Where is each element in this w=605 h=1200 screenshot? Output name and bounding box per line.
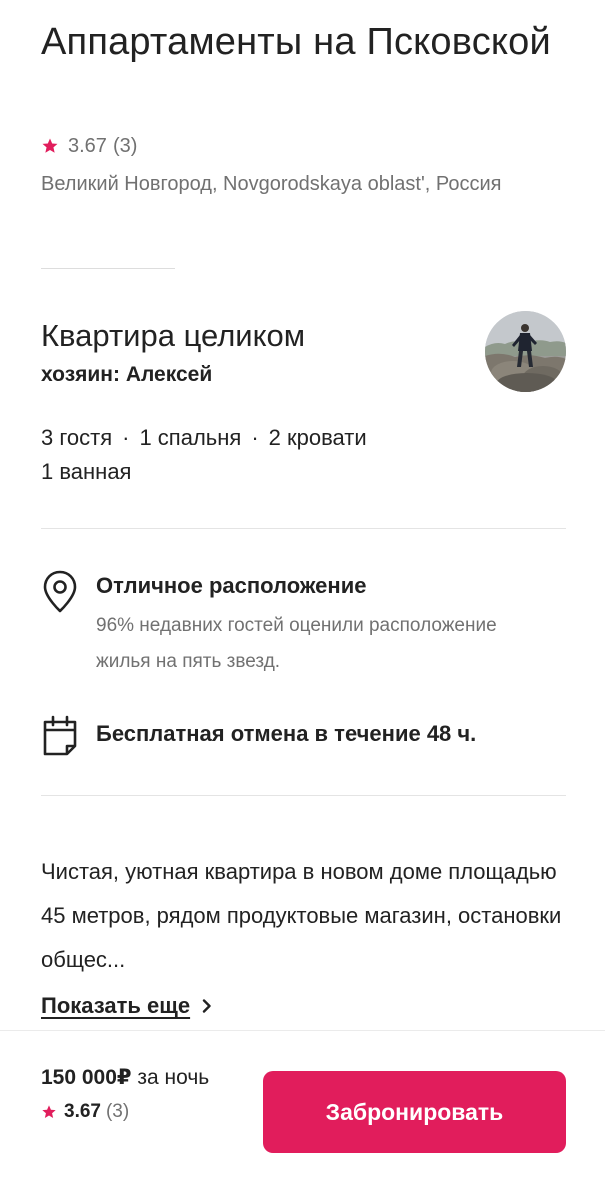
beds-count: 2 кровати xyxy=(268,425,367,450)
feature-description: 96% недавних гостей оценили расположение… xyxy=(96,615,497,672)
listing-description: Чистая, уютная квартира в новом доме пло… xyxy=(41,859,562,972)
bedrooms-count: 1 спальня xyxy=(139,425,242,450)
show-more-label[interactable]: Показать еще xyxy=(41,990,190,1022)
divider xyxy=(41,268,175,269)
location-pin-icon xyxy=(43,570,77,613)
host-avatar[interactable] xyxy=(485,311,566,392)
guests-count: 3 гостя xyxy=(41,425,113,450)
calendar-icon xyxy=(43,715,77,756)
price-unit: за ночь xyxy=(137,1066,210,1089)
property-facts: 3 гостя · 1 спальня · 2 кровати 1 ванная xyxy=(41,421,561,489)
listing-title: Аппартаменты на Псковской xyxy=(41,21,551,63)
nightly-price: 150 000₽ xyxy=(41,1066,132,1089)
baths-count: 1 ванная xyxy=(41,459,132,484)
feature-location: Отличное расположение 96% недавних госте… xyxy=(41,570,566,680)
review-count: (3) xyxy=(105,1101,130,1122)
review-count: (3) xyxy=(112,134,138,157)
booking-footer: 150 000₽ за ночь 3.67 (3) Забронировать xyxy=(0,1030,605,1200)
divider xyxy=(41,795,566,796)
divider xyxy=(41,528,566,529)
fact-separator: · xyxy=(122,425,130,450)
show-more-link[interactable]: Показать еще xyxy=(41,990,214,1022)
price-block: 150 000₽ за ночь 3.67 (3) xyxy=(41,1061,241,1127)
fact-separator: · xyxy=(251,425,259,450)
feature-cancellation: Бесплатная отмена в течение 48 ч. xyxy=(41,714,566,758)
host-photo xyxy=(485,311,566,392)
reserve-button[interactable]: Забронировать xyxy=(263,1071,566,1153)
host-name: хозяин: Алексей xyxy=(41,363,213,386)
feature-title: Бесплатная отмена в течение 48 ч. xyxy=(96,721,477,746)
star-icon xyxy=(42,138,58,153)
rating-value: 3.67 xyxy=(68,134,107,157)
star-icon xyxy=(42,1105,56,1118)
property-type-heading: Квартира целиком xyxy=(41,318,306,353)
price-line: 150 000₽ за ночь xyxy=(41,1061,241,1095)
listing-location[interactable]: Великий Новгород, Novgorodskaya oblast',… xyxy=(41,168,561,200)
chevron-right-icon xyxy=(202,999,211,1013)
feature-title: Отличное расположение xyxy=(96,573,367,598)
rating-value: 3.67 xyxy=(64,1101,101,1122)
footer-rating[interactable]: 3.67 (3) xyxy=(41,1097,241,1127)
listing-rating[interactable]: 3.67 (3) xyxy=(41,133,137,159)
